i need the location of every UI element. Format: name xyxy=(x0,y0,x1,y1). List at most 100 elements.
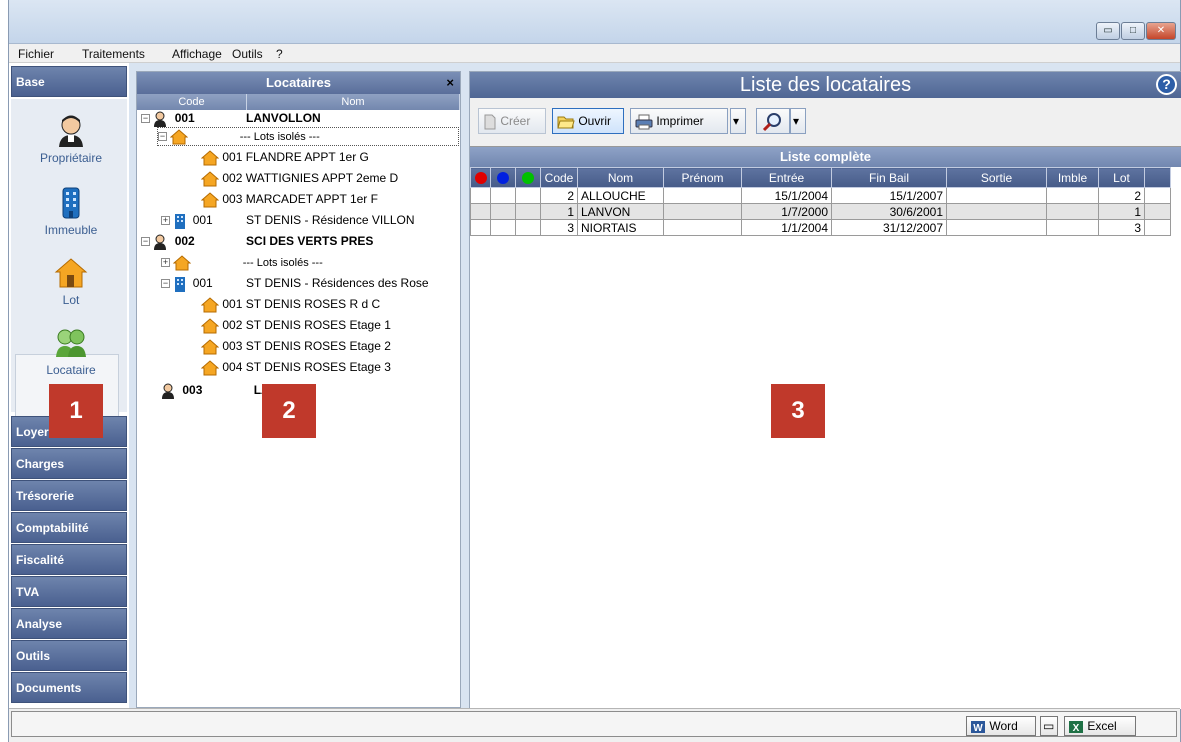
cell-status xyxy=(470,203,491,220)
tree-node-lot[interactable]: 003 ST DENIS ROSES Etage 2 xyxy=(201,336,391,356)
callout-badge-2: 2 xyxy=(262,384,316,438)
cell-status xyxy=(490,219,516,236)
cell-code: 2 xyxy=(540,187,578,204)
minimize-button[interactable]: ▭ xyxy=(1096,22,1120,40)
table-row[interactable]: 2 ALLOUCHE 15/1/2004 15/1/2007 2 xyxy=(470,187,1171,204)
col-fin-bail[interactable]: Fin Bail xyxy=(831,167,947,188)
menu-help[interactable]: ? xyxy=(276,47,283,61)
tree-name: LANVOLLON xyxy=(246,111,321,125)
tree-name: --- Lots isolés --- xyxy=(239,131,320,143)
export-excel-button[interactable]: X Excel xyxy=(1064,716,1136,736)
expand-icon[interactable]: + xyxy=(161,216,170,226)
menu-traitements[interactable]: Traitements xyxy=(82,47,145,61)
expand-icon[interactable]: + xyxy=(161,258,170,268)
tree-node-lot[interactable]: 002 ST DENIS ROSES Etage 1 xyxy=(201,315,391,335)
col-status-green[interactable] xyxy=(515,167,541,188)
cell-fin-bail: 31/12/2007 xyxy=(831,219,947,236)
nav-item-proprietaire[interactable]: Propriétaire xyxy=(21,113,121,165)
tree-node-building[interactable]: + 001 ST DENIS - Résidence VILLON xyxy=(161,210,415,230)
col-status-red[interactable] xyxy=(470,167,491,188)
tree-panel-title: Locataires xyxy=(265,75,332,90)
col-prenom[interactable]: Prénom xyxy=(663,167,742,188)
menu-affichage[interactable]: Affichage xyxy=(172,47,222,61)
tree-node-lot[interactable]: 001 ST DENIS ROSES R d C xyxy=(201,294,380,314)
tree-node-building[interactable]: − 001 ST DENIS - Résidences des Rose xyxy=(161,273,429,293)
nav-base-panel: Propriétaire Immeuble Lot Locataire xyxy=(11,99,127,443)
nav-item-immeuble[interactable]: Immeuble xyxy=(21,185,121,237)
create-label: Créer xyxy=(500,114,531,128)
nav-section-fiscalite[interactable]: Fiscalité xyxy=(11,544,127,575)
house-icon xyxy=(201,171,219,187)
search-dropdown-button[interactable]: ▾ xyxy=(790,108,806,134)
nav-section-outils[interactable]: Outils xyxy=(11,640,127,671)
tree-node-owner[interactable]: − 002 SCI DES VERTS PRES xyxy=(141,231,373,251)
folder-icon xyxy=(557,116,575,129)
tree-node-isolated-lots[interactable]: + --- Lots isolés --- xyxy=(161,252,323,272)
tree-node-lot[interactable]: 003 MARCADET APPT 1er F xyxy=(201,189,378,209)
close-button[interactable]: ✕ xyxy=(1146,22,1176,40)
col-status-blue[interactable] xyxy=(490,167,516,188)
callout-badge-3: 3 xyxy=(771,384,825,438)
collapse-icon[interactable]: − xyxy=(158,132,167,142)
callout-badge-1: 1 xyxy=(49,384,103,438)
document-toggle-button[interactable]: ▭ xyxy=(1040,716,1058,736)
table-row[interactable]: 3 NIORTAIS 1/1/2004 31/12/2007 3 xyxy=(470,219,1171,236)
cell-sortie xyxy=(946,187,1047,204)
table-row[interactable]: 1 LANVON 1/7/2000 30/6/2001 1 xyxy=(470,203,1171,220)
col-imble[interactable]: Imble xyxy=(1046,167,1099,188)
tree-name: 002 ST DENIS ROSES Etage 1 xyxy=(222,318,391,332)
nav-item-lot[interactable]: Lot xyxy=(21,255,121,307)
house-icon xyxy=(201,360,219,376)
nav-section-analyse[interactable]: Analyse xyxy=(11,608,127,639)
tree-code: 001 xyxy=(174,111,195,125)
print-dropdown-button[interactable]: ▾ xyxy=(730,108,746,134)
building-icon xyxy=(175,213,186,229)
tree-node-isolated-lots[interactable]: − --- Lots isolés --- xyxy=(157,127,459,146)
nav-item-locataire[interactable]: Locataire xyxy=(21,325,121,377)
search-button[interactable] xyxy=(756,108,790,134)
nav-section-base[interactable]: Base xyxy=(11,66,127,97)
tree-node-lot[interactable]: 002 WATTIGNIES APPT 2eme D xyxy=(201,168,398,188)
collapse-icon[interactable]: − xyxy=(161,279,170,289)
owner-icon xyxy=(59,115,83,147)
nav-item-label: Lot xyxy=(62,293,80,307)
col-code[interactable]: Code xyxy=(540,167,578,188)
maximize-button[interactable]: □ xyxy=(1121,22,1145,40)
create-button[interactable]: Créer xyxy=(478,108,546,134)
tree-node-owner[interactable]: 003 LA xyxy=(161,380,270,400)
export-word-button[interactable]: W Word xyxy=(966,716,1036,736)
nav-section-tva[interactable]: TVA xyxy=(11,576,127,607)
close-panel-button[interactable]: × xyxy=(446,72,454,94)
collapse-icon[interactable]: − xyxy=(141,114,150,124)
menu-outils[interactable]: Outils xyxy=(232,47,263,61)
status-bar: W Word ▭ X Excel xyxy=(9,708,1180,742)
cell-entree: 1/7/2000 xyxy=(741,203,832,220)
tree-node-owner[interactable]: − 001 LANVOLLON xyxy=(141,108,321,128)
cell-status xyxy=(470,219,491,236)
help-icon[interactable]: ? xyxy=(1156,74,1177,95)
open-button[interactable]: Ouvrir xyxy=(552,108,624,134)
nav-section-documents[interactable]: Documents xyxy=(11,672,127,703)
col-entree[interactable]: Entrée xyxy=(741,167,832,188)
tree-code: 002 xyxy=(174,234,195,248)
print-button[interactable]: Imprimer xyxy=(630,108,728,134)
tree-name: ST DENIS - Résidences des Rose xyxy=(246,276,429,290)
word-label: Word xyxy=(989,719,1018,733)
col-nom[interactable]: Nom xyxy=(577,167,664,188)
house-icon xyxy=(54,258,88,288)
cell-lot: 2 xyxy=(1098,187,1145,204)
list-title: Liste complète xyxy=(470,147,1181,167)
toolbar: Créer Ouvrir Imprimer ▾ ▾ xyxy=(470,98,1181,140)
menu-fichier[interactable]: Fichier xyxy=(18,47,54,61)
nav-section-charges[interactable]: Charges xyxy=(11,448,127,479)
building-icon xyxy=(175,276,186,292)
chevron-down-icon: ▾ xyxy=(733,114,740,128)
tree-node-lot[interactable]: 004 ST DENIS ROSES Etage 3 xyxy=(201,357,391,377)
tree-node-lot[interactable]: 001 FLANDRE APPT 1er G xyxy=(201,147,369,167)
col-sortie[interactable]: Sortie xyxy=(946,167,1047,188)
nav-section-comptabilite[interactable]: Comptabilité xyxy=(11,512,127,543)
nav-section-tresorerie[interactable]: Trésorerie xyxy=(11,480,127,511)
collapse-icon[interactable]: − xyxy=(141,237,150,247)
col-lot[interactable]: Lot xyxy=(1098,167,1145,188)
owner-icon xyxy=(162,383,174,399)
